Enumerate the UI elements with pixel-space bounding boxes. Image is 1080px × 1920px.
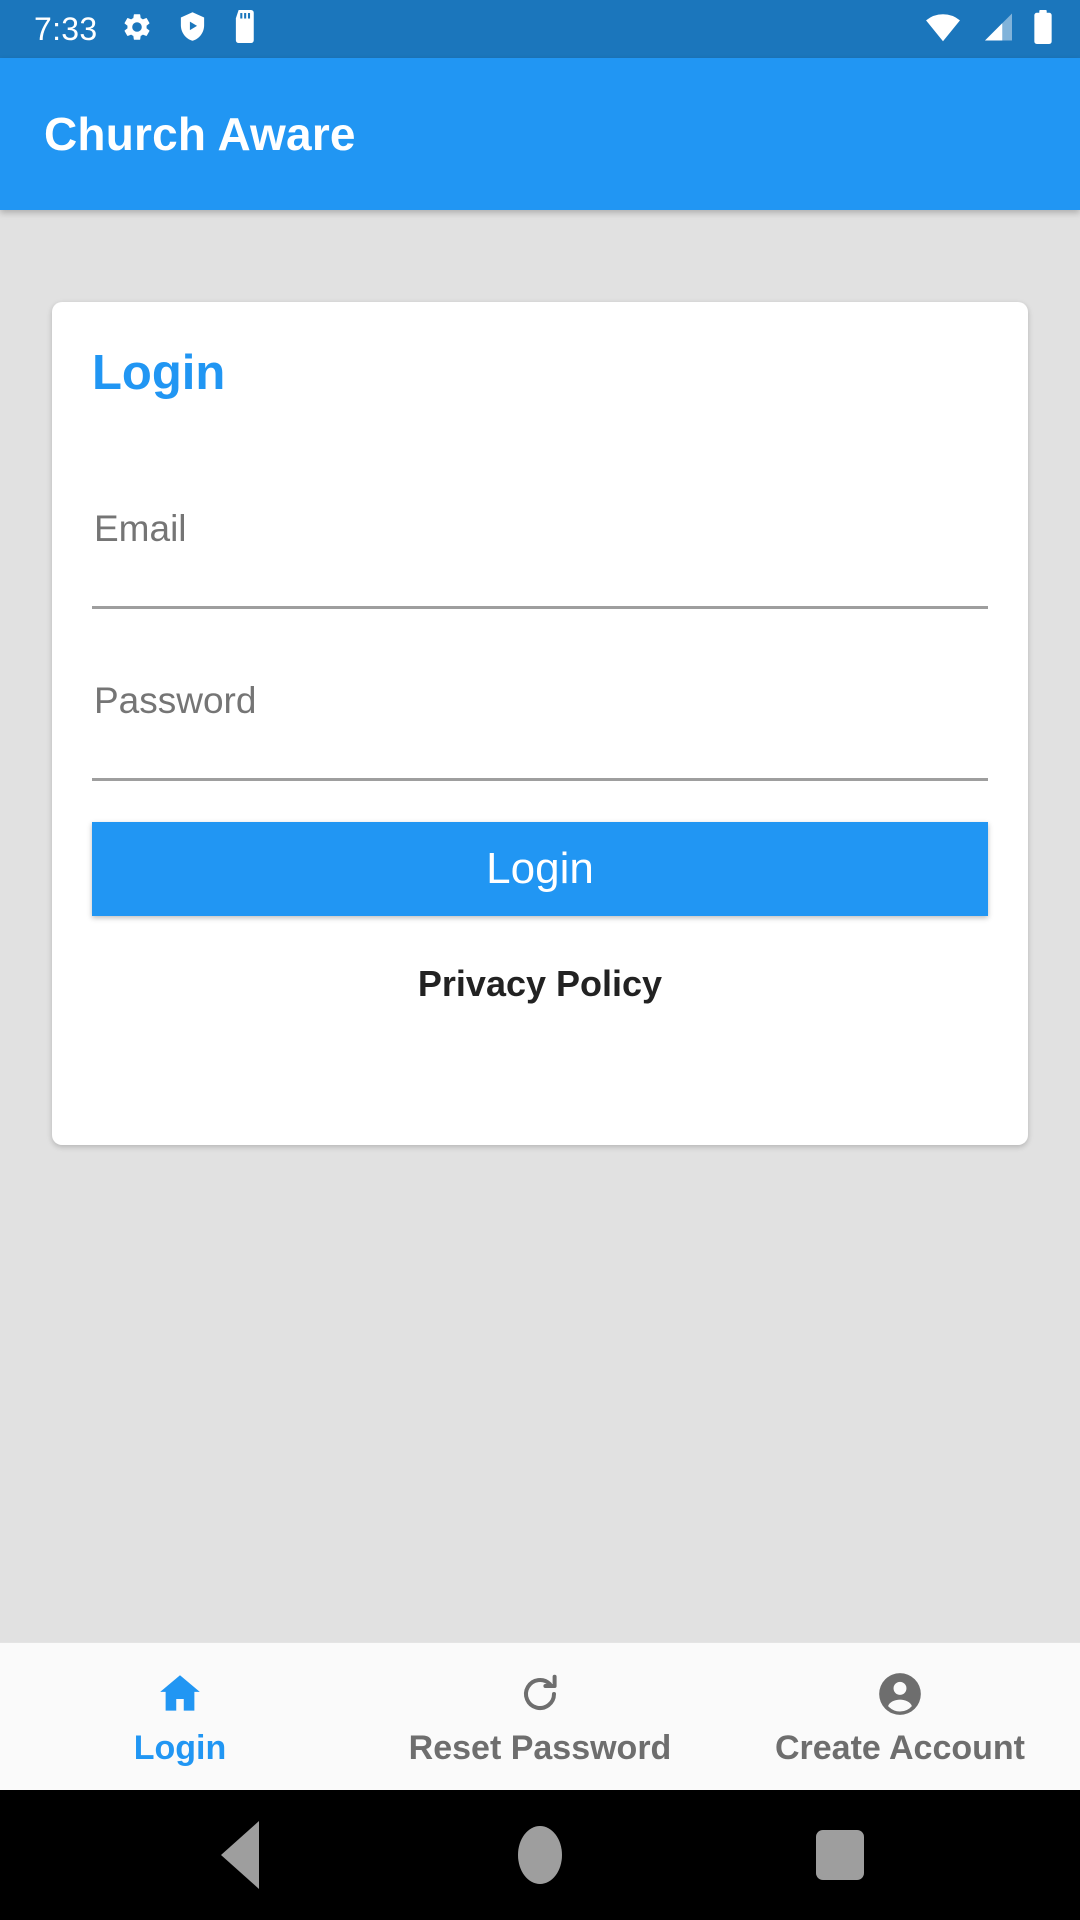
tab-create-account-label: Create Account: [774, 1729, 1026, 1767]
tab-create-account[interactable]: Create Account: [720, 1643, 1080, 1790]
bottom-tab-bar: Login Reset Password Create Account: [0, 1642, 1080, 1790]
status-bar-left-group: 7:33: [34, 10, 259, 48]
nav-back-button[interactable]: [180, 1795, 300, 1915]
email-field-underline: [92, 606, 988, 610]
page-content: Login Email Password Login Privacy Polic…: [0, 210, 1080, 1642]
password-field-placeholder: Password: [94, 680, 257, 722]
phone-screen: 7:33 Church Aware Login Email Password L…: [0, 0, 1080, 1920]
app-bar: Church Aware: [0, 58, 1080, 210]
recents-square-icon: [816, 1830, 864, 1880]
email-field-placeholder: Email: [94, 508, 187, 550]
android-navigation-bar: [0, 1790, 1080, 1920]
tab-reset-password[interactable]: Reset Password: [360, 1643, 720, 1790]
privacy-policy-link[interactable]: Privacy Policy: [92, 963, 988, 1005]
home-icon: [155, 1668, 205, 1720]
gear-icon: [121, 11, 153, 48]
tab-reset-password-label: Reset Password: [408, 1729, 672, 1767]
password-field-underline: [92, 777, 988, 781]
cellular-signal-icon: [980, 12, 1014, 47]
login-card-title: Login: [92, 346, 226, 400]
tab-login-label: Login: [133, 1729, 227, 1767]
tab-login[interactable]: Login: [0, 1643, 360, 1790]
wifi-icon: [924, 12, 962, 47]
login-submit-button[interactable]: Login: [92, 821, 988, 916]
sd-card-icon: [232, 10, 259, 48]
account-circle-icon: [875, 1668, 925, 1720]
nav-recents-button[interactable]: [780, 1795, 900, 1915]
status-bar-clock: 7:33: [34, 11, 98, 47]
back-triangle-icon: [221, 1821, 259, 1889]
password-field[interactable]: Password: [92, 680, 988, 781]
status-bar-right-group: [924, 9, 1054, 49]
login-card: Login Email Password Login Privacy Polic…: [52, 302, 1028, 1145]
status-bar: 7:33: [0, 0, 1080, 58]
home-circle-icon: [518, 1826, 562, 1884]
app-title: Church Aware: [44, 108, 356, 160]
nav-home-button[interactable]: [480, 1795, 600, 1915]
refresh-icon: [516, 1668, 564, 1720]
play-protect-shield-icon: [177, 10, 208, 48]
battery-icon: [1032, 9, 1054, 49]
email-field[interactable]: Email: [92, 508, 988, 610]
